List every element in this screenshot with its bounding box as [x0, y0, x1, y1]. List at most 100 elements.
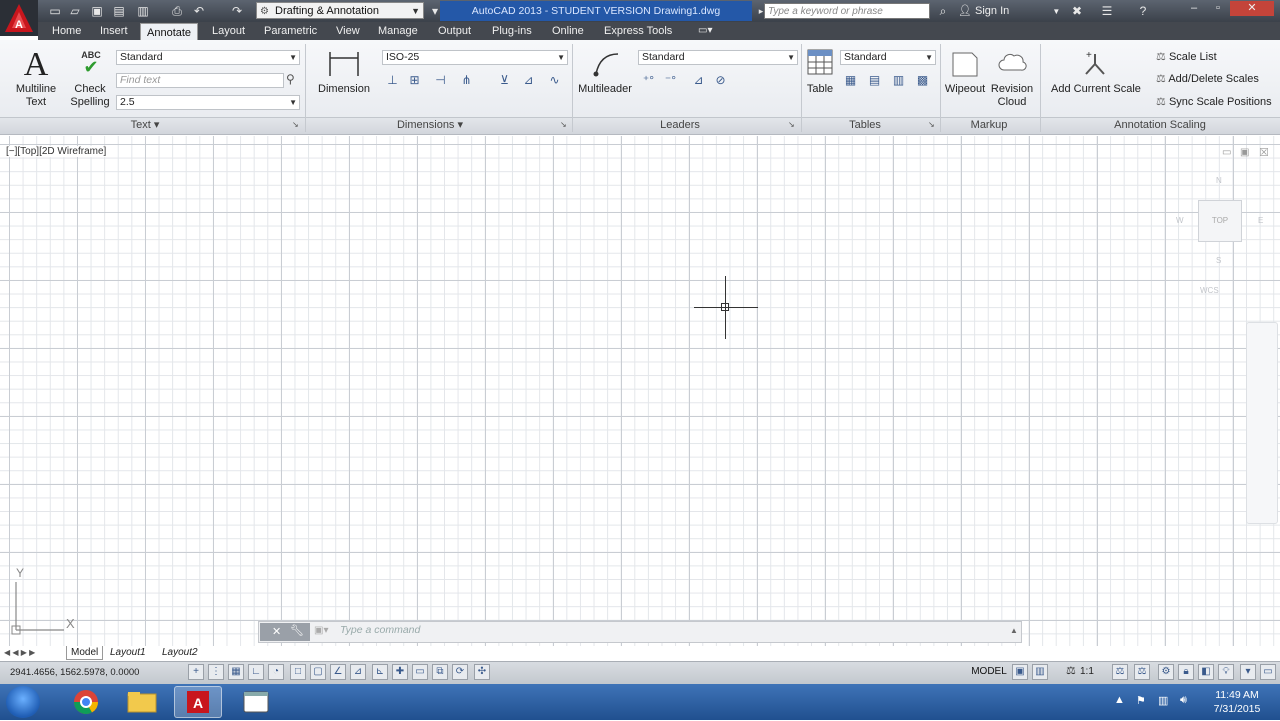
tab-express-tools[interactable]: Express Tools [604, 22, 672, 40]
command-history-icon[interactable]: ▲ [1010, 626, 1018, 635]
minimize-button[interactable]: – [1182, 1, 1206, 16]
download-from-source-icon[interactable]: ▥ [890, 72, 907, 88]
find-text-input[interactable]: Find text [116, 73, 284, 88]
taskbar-explorer-button[interactable] [118, 686, 166, 718]
windows-start-button[interactable] [6, 686, 40, 718]
quick-view-drawings-icon[interactable]: ▥ [1032, 664, 1048, 680]
collect-leaders-icon[interactable]: ⊘ [712, 72, 729, 88]
tab-layout2[interactable]: Layout2 [162, 646, 198, 660]
annotation-scale-dropdown[interactable]: 1:1 [1080, 664, 1094, 680]
help-dropdown-icon[interactable]: ☰ [1098, 3, 1116, 19]
transparency-icon[interactable]: ▭ [412, 664, 428, 680]
tab-output[interactable]: Output [438, 22, 471, 40]
show-hidden-icons-icon[interactable]: ▲ [1114, 694, 1125, 706]
infer-constraints-icon[interactable]: + [188, 664, 204, 680]
drawing-canvas[interactable] [0, 136, 1280, 646]
viewport-minimize-icon[interactable]: ▭ [1222, 147, 1231, 158]
text-style-dropdown[interactable]: Standard ▼ [116, 50, 300, 65]
jogged-linear-icon[interactable]: ⊿ [520, 72, 537, 88]
viewport-controls[interactable]: [−][Top][2D Wireframe] [6, 146, 107, 157]
object-snap-icon[interactable]: □ [290, 664, 306, 680]
check-mark-icon[interactable]: ✔ [80, 58, 102, 76]
multiline-text-button[interactable]: Multiline Text [6, 83, 66, 109]
exchange-apps-icon[interactable]: ✖ [1068, 3, 1086, 19]
tab-layout[interactable]: Layout [212, 22, 245, 40]
model-space-toggle[interactable]: MODEL [970, 664, 1008, 680]
multiline-text-icon[interactable]: A [12, 48, 60, 82]
viewcube-west[interactable]: W [1176, 216, 1184, 225]
open-icon[interactable]: ▱ [66, 3, 84, 19]
dialog-launcher-icon[interactable]: ↘ [292, 120, 299, 129]
dimensions-panel-title[interactable]: Dimensions ▾ [390, 118, 470, 132]
undo-icon[interactable]: ↶ [190, 3, 208, 19]
recent-commands-icon[interactable]: ▣▾ [314, 625, 328, 636]
scale-list-button[interactable]: ⚖ Scale List [1156, 50, 1217, 63]
command-input[interactable]: Type a command [340, 624, 420, 636]
redo-icon[interactable]: ↷ [228, 3, 246, 19]
viewcube-east[interactable]: E [1258, 216, 1263, 225]
tab-view[interactable]: View [336, 22, 360, 40]
lineweight-icon[interactable]: ✚ [392, 664, 408, 680]
object-snap-tracking-icon[interactable]: ∠ [330, 664, 346, 680]
link-data-icon[interactable]: ▤ [866, 72, 883, 88]
align-leaders-icon[interactable]: ⊿ [690, 72, 707, 88]
viewport-close-icon[interactable]: ☒ [1259, 146, 1269, 159]
text-height-dropdown[interactable]: 2.5 ▼ [116, 95, 300, 110]
tab-online[interactable]: Online [552, 22, 584, 40]
taskbar-autocad-button[interactable]: A [174, 686, 222, 718]
toolbar-lock-icon[interactable]: 🔒︎ [1178, 664, 1194, 680]
dialog-launcher-icon[interactable]: ↘ [560, 120, 567, 129]
tab-home[interactable]: Home [52, 22, 81, 40]
binoculars-icon[interactable]: ⌕ [934, 3, 952, 19]
annotation-visibility-icon[interactable]: ⚖ [1112, 664, 1128, 680]
network-icon[interactable]: ▥ [1158, 694, 1168, 707]
add-leader-icon[interactable]: ⁺° [640, 72, 657, 88]
workspace-switching-icon[interactable]: ⚙ [1158, 664, 1174, 680]
add-delete-scales-button[interactable]: ⚖ Add/Delete Scales [1156, 72, 1259, 85]
continue-dimension-icon[interactable]: ⊞ [406, 72, 423, 88]
close-icon[interactable]: ✕ [272, 625, 281, 638]
viewcube-south[interactable]: S [1216, 256, 1221, 265]
tab-layout1[interactable]: Layout1 [110, 646, 146, 660]
3d-object-snap-icon[interactable]: ▢ [310, 664, 326, 680]
tab-model[interactable]: Model [66, 646, 104, 660]
multileader-icon[interactable] [590, 48, 622, 78]
plot-preview-icon[interactable]: ▥ [134, 3, 152, 19]
viewport-restore-icon[interactable]: ▣ [1240, 147, 1249, 158]
command-line-handle[interactable]: ✕ 🔧︎ [260, 623, 310, 641]
find-replace-icon[interactable]: ⚲ [286, 72, 295, 86]
maximize-button[interactable]: ▫ [1206, 1, 1230, 16]
tab-annotate[interactable]: Annotate [140, 23, 199, 40]
tab-navigation-arrows[interactable]: ◀ ◀ ▶ ▶ [4, 646, 35, 660]
check-spelling-button[interactable]: Check Spelling [68, 83, 112, 109]
break-dimension-icon[interactable]: ⊣ [432, 72, 449, 88]
viewcube-north[interactable]: N [1216, 176, 1222, 185]
sync-scale-positions-button[interactable]: ⚖ Sync Scale Positions [1156, 95, 1272, 108]
ortho-mode-icon[interactable]: ∟ [248, 664, 264, 680]
tab-plug-ins[interactable]: Plug-ins [492, 22, 532, 40]
leader-style-dropdown[interactable]: Standard ▼ [638, 50, 798, 65]
table-button[interactable]: Table [802, 83, 838, 96]
wcs-menu[interactable]: WCS [1200, 286, 1219, 295]
help-icon[interactable]: ? [1134, 3, 1152, 19]
polar-tracking-icon[interactable]: ◔ [268, 664, 284, 680]
isolate-objects-icon[interactable]: 💡︎ [1218, 664, 1234, 680]
grid-display-icon[interactable]: ▦ [228, 664, 244, 680]
selection-cycling-icon[interactable]: ⟳ [452, 664, 468, 680]
save-as-icon[interactable]: ▤ [110, 3, 128, 19]
tab-manage[interactable]: Manage [378, 22, 418, 40]
text-panel-title[interactable]: Text ▾ [120, 118, 170, 132]
inspect-icon[interactable]: ⊻ [496, 72, 513, 88]
dimension-style-dropdown[interactable]: ISO-25 ▼ [382, 50, 568, 65]
tab-insert[interactable]: Insert [100, 22, 128, 40]
clean-screen-icon[interactable]: ▭ [1260, 664, 1276, 680]
dynamic-input-icon[interactable]: ⊾ [372, 664, 388, 680]
remove-leader-icon[interactable]: ⁻° [662, 72, 679, 88]
dialog-launcher-icon[interactable]: ↘ [788, 120, 795, 129]
quick-dimension-icon[interactable]: ⊥ [384, 72, 401, 88]
update-dimension-icon[interactable]: ∿ [546, 72, 563, 88]
application-menu-button[interactable]: A [0, 0, 38, 36]
coordinates-readout[interactable]: 2941.4656, 1562.5978, 0.0000 [10, 667, 139, 678]
table-style-dropdown[interactable]: Standard ▼ [840, 50, 936, 65]
plot-icon[interactable]: ⎙ [168, 3, 186, 19]
